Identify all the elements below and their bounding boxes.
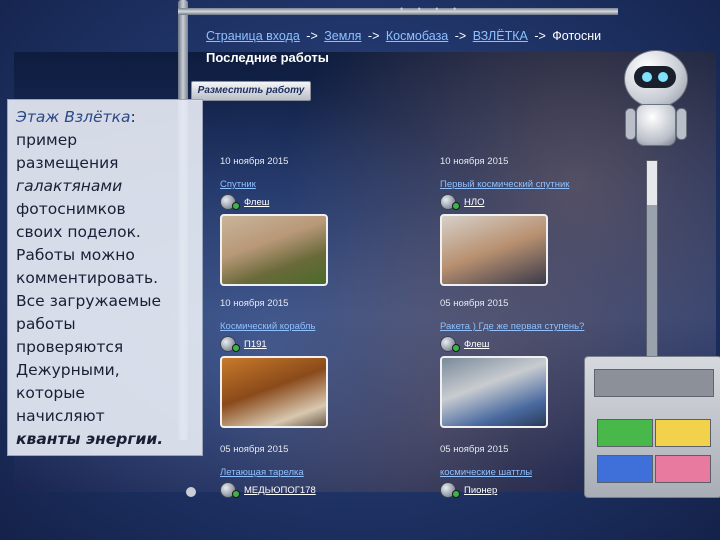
page-title: Последние работы — [206, 50, 329, 65]
breadcrumb-cosmobase[interactable]: Космобаза — [386, 29, 448, 43]
yellow-control-button[interactable] — [655, 419, 711, 447]
work-author: Флеш — [220, 194, 430, 210]
author-link[interactable]: П191 — [244, 339, 267, 350]
description-panel: Этаж Взлётка: пример размещения галактян… — [7, 99, 203, 456]
online-status-icon — [232, 344, 240, 352]
description-line: начисляют — [16, 407, 105, 425]
work-date: 10 ноября 2015 — [440, 156, 509, 167]
breadcrumb-separator: -> — [367, 29, 380, 43]
description-heading-colon: : — [130, 108, 136, 126]
work-photo[interactable] — [440, 214, 548, 286]
control-screen — [594, 369, 714, 397]
author-link[interactable]: Флеш — [464, 339, 489, 350]
description-line: пример — [16, 131, 78, 149]
breadcrumb-vzletka[interactable]: ВЗЛЁТКА — [473, 29, 528, 43]
work-title-link[interactable]: Спутник — [220, 179, 430, 190]
robot-body — [636, 104, 676, 146]
description-line: галактянами — [16, 177, 123, 195]
work-title-link[interactable]: Космический корабль — [220, 321, 430, 332]
online-status-icon — [452, 344, 460, 352]
author-link[interactable]: МЕДЬЮПОГ178 — [244, 485, 316, 496]
breadcrumb-separator: -> — [454, 29, 467, 43]
description-line: Все загружаемые — [16, 292, 161, 310]
description-line: Дежурными, — [16, 361, 120, 379]
description-line: комментировать. — [16, 269, 159, 287]
robot-visor — [634, 66, 676, 88]
top-pipe-ornament — [178, 8, 618, 15]
work-card: 10 ноября 2015 Первый космический спутни… — [440, 156, 650, 286]
breadcrumb-separator: -> — [306, 29, 318, 43]
robot-arm — [625, 108, 636, 140]
work-title-link[interactable]: Ракета ) Где же первая ступень? — [440, 321, 650, 332]
author-link[interactable]: НЛО — [464, 197, 484, 208]
work-date: 10 ноября 2015 — [220, 156, 289, 167]
description-line: Работы можно — [16, 246, 135, 264]
work-author: Флеш — [440, 336, 650, 352]
work-photo[interactable] — [440, 356, 548, 428]
description-line: фотоснимков — [16, 200, 126, 218]
work-date: 10 ноября 2015 — [220, 298, 289, 309]
pink-control-button[interactable] — [655, 455, 711, 483]
description-line: размещения — [16, 154, 119, 172]
work-photo[interactable] — [220, 214, 328, 286]
description-line: работы — [16, 315, 76, 333]
author-link[interactable]: Флеш — [244, 197, 269, 208]
online-status-icon — [452, 202, 460, 210]
work-card: 10 ноября 2015 Спутник Флеш — [220, 156, 430, 286]
work-card: 10 ноября 2015 Космический корабль П191 — [220, 298, 430, 428]
control-panel — [584, 356, 720, 498]
online-status-icon — [232, 490, 240, 498]
work-card: 05 ноября 2015 Летающая тарелка МЕДЬЮПОГ… — [220, 444, 430, 498]
author-link[interactable]: Пионер — [464, 485, 497, 496]
robot-arm — [676, 108, 687, 140]
description-line: которые — [16, 384, 85, 402]
blue-control-button[interactable] — [597, 455, 653, 483]
post-work-button[interactable]: Разместить работу — [191, 81, 311, 101]
page-scrollbar[interactable] — [646, 160, 658, 357]
work-date: 05 ноября 2015 — [220, 444, 289, 455]
description-heading: Этаж Взлётка — [16, 108, 131, 126]
work-date: 05 ноября 2015 — [440, 298, 509, 309]
robot-eye-icon — [658, 72, 668, 82]
breadcrumb-earth[interactable]: Земля — [324, 29, 361, 43]
work-author: МЕДЬЮПОГ178 — [220, 482, 430, 498]
online-status-icon — [452, 490, 460, 498]
breadcrumb-separator: -> — [534, 29, 546, 43]
work-title-link[interactable]: Летающая тарелка — [220, 467, 430, 478]
work-title-link[interactable]: Первый космический спутник — [440, 179, 650, 190]
robot-eye-icon — [642, 72, 652, 82]
description-line: проверяются — [16, 338, 124, 356]
breadcrumb-current-page: Фотосни — [552, 29, 602, 43]
description-line: своих поделок. — [16, 223, 141, 241]
work-author: НЛО — [440, 194, 650, 210]
breadcrumb-login[interactable]: Страница входа — [206, 29, 300, 43]
work-photo[interactable] — [220, 356, 328, 428]
breadcrumb: Страница входа -> Земля -> Космобаза -> … — [206, 29, 601, 43]
online-status-icon — [232, 202, 240, 210]
pipe-rivets: • • • • — [400, 4, 463, 14]
description-line: кванты энергии. — [16, 430, 164, 448]
scrollbar-thumb[interactable] — [647, 161, 657, 205]
pipe-bolt — [186, 487, 196, 497]
work-author: П191 — [220, 336, 430, 352]
green-control-button[interactable] — [597, 419, 653, 447]
